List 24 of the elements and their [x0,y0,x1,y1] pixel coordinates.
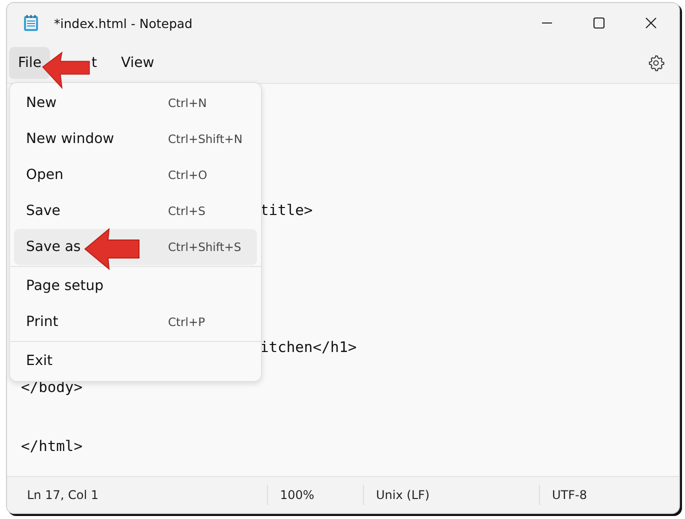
code-line: </html> [21,436,83,456]
menu-item[interactable]: Exit [14,343,257,379]
menu-bar-item[interactable]: t [90,47,98,79]
menu-item[interactable]: Open Ctrl+O [14,157,257,193]
menu-item[interactable]: Save Ctrl+S [14,193,257,229]
status-text: Unix (LF) [376,488,430,502]
menu-item[interactable]: Print Ctrl+P [14,304,257,340]
code-line: itchen</h1> [260,338,357,358]
menu-item[interactable]: New window Ctrl+Shift+N [14,121,257,157]
arrow-icon [83,227,141,271]
status-text: Ln 17, Col 1 [27,488,99,502]
window-title: *index.html - Notepad [54,16,192,30]
close-icon[interactable] [645,17,657,29]
code-line: </body> [21,378,83,398]
status-text: 100% [280,488,314,502]
code-line: title> [260,201,313,221]
menu-bar-item[interactable]: File [9,47,50,79]
menu-bar-item[interactable]: View [112,47,164,79]
status-text: UTF-8 [552,488,587,502]
menu-item[interactable]: Page setup [14,268,257,304]
menu-item[interactable]: New Ctrl+N [14,85,257,121]
maximize-icon[interactable] [593,17,605,29]
notepad-icon [23,14,39,32]
settings-icon[interactable] [647,54,665,72]
